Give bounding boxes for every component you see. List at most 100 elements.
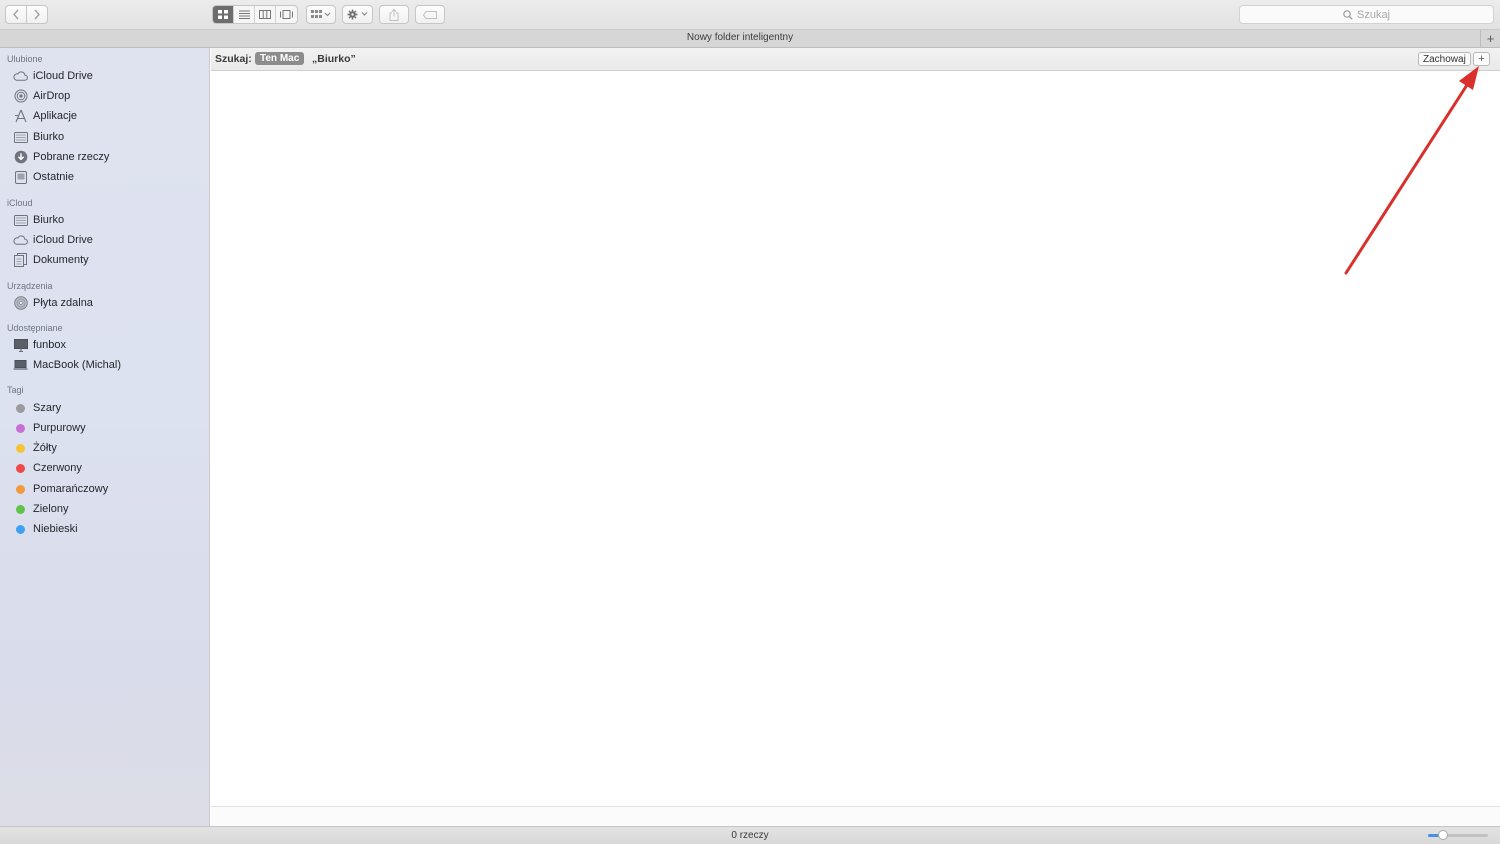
sidebar-item-icloud-drive-2[interactable]: iCloud Drive	[12, 231, 204, 249]
sidebar-item-icloud-drive[interactable]: iCloud Drive	[12, 67, 204, 85]
sidebar-item-label: iCloud Drive	[33, 234, 93, 246]
tag-dot-icon	[16, 504, 25, 514]
sidebar-tag-yellow[interactable]: Żółty	[12, 439, 204, 457]
sidebar-item-documents[interactable]: Dokumenty	[12, 251, 204, 269]
sidebar-tag-orange[interactable]: Pomarańczowy	[12, 480, 204, 498]
share-button[interactable]	[379, 5, 409, 24]
icon-view-button[interactable]	[213, 6, 234, 23]
sidebar-tag-blue[interactable]: Niebieski	[12, 520, 204, 538]
sidebar-item-recents[interactable]: Ostatnie	[12, 168, 204, 186]
group-icon	[311, 10, 331, 18]
cloud-icon	[12, 233, 29, 247]
add-criteria-button[interactable]: +	[1473, 52, 1490, 66]
forward-button[interactable]	[26, 5, 48, 24]
column-view-icon	[259, 10, 271, 19]
sidebar-item-label: funbox	[33, 339, 67, 351]
tag-dot-icon	[16, 443, 25, 453]
tab-bar: Nowy folder inteligentny +	[0, 30, 1500, 48]
airdrop-icon	[12, 89, 29, 103]
sidebar-item-label: Purpurowy	[33, 422, 86, 434]
desktop-icon	[12, 130, 29, 144]
sidebar-item-label: Pobrane rzeczy	[33, 151, 110, 163]
sidebar-section-tags: Tagi	[7, 385, 24, 395]
sidebar-item-funbox[interactable]: funbox	[12, 336, 204, 354]
sidebar-item-label: Ostatnie	[33, 171, 74, 183]
sidebar-item-label: Dokumenty	[33, 254, 89, 266]
sidebar-item-applications[interactable]: Aplikacje	[12, 107, 204, 125]
tag-dot-icon	[16, 423, 25, 433]
sidebar: Ulubione iCloud Drive AirDrop Aplikacje …	[0, 48, 210, 826]
recents-icon	[12, 170, 29, 184]
tag-button[interactable]	[415, 5, 445, 24]
search-field[interactable]: Szukaj	[1239, 5, 1494, 24]
window-title: Nowy folder inteligentny	[686, 32, 794, 43]
gallery-view-button[interactable]	[276, 6, 297, 23]
back-icon	[13, 9, 19, 20]
remote-disc-icon	[12, 296, 29, 310]
sidebar-section-devices: Urządzenia	[7, 281, 53, 291]
sidebar-item-label: iCloud Drive	[33, 70, 93, 82]
scope-desktop-button[interactable]: „Biurko”	[312, 53, 356, 65]
icon-view-icon	[218, 10, 228, 19]
tag-dot-icon	[16, 463, 25, 473]
sidebar-item-downloads[interactable]: Pobrane rzeczy	[12, 148, 204, 166]
sidebar-section-shared: Udostępniane	[7, 323, 63, 333]
download-icon	[12, 150, 29, 164]
sidebar-tag-gray[interactable]: Szary	[12, 399, 204, 417]
sidebar-item-icloud-desktop[interactable]: Biurko	[12, 211, 204, 229]
sidebar-item-macbook[interactable]: MacBook (Michal)	[12, 356, 204, 374]
sidebar-item-label: Płyta zdalna	[33, 297, 93, 309]
sidebar-tag-purple[interactable]: Purpurowy	[12, 419, 204, 437]
scope-this-mac-button[interactable]: Ten Mac	[255, 52, 305, 65]
share-icon	[389, 8, 399, 21]
sidebar-item-airdrop[interactable]: AirDrop	[12, 87, 204, 105]
applications-icon	[12, 109, 29, 123]
group-button[interactable]	[306, 5, 336, 24]
tag-icon	[423, 10, 437, 19]
cloud-icon	[12, 69, 29, 83]
sidebar-item-label: Pomarańczowy	[33, 483, 109, 495]
gear-icon	[347, 9, 367, 20]
forward-icon	[34, 9, 40, 20]
results-area[interactable]	[211, 72, 1500, 806]
new-tab-button[interactable]: +	[1480, 30, 1500, 47]
save-button[interactable]: Zachowaj	[1418, 52, 1471, 66]
action-button[interactable]	[342, 5, 373, 24]
sidebar-item-label: Niebieski	[33, 523, 78, 535]
sidebar-item-desktop[interactable]: Biurko	[12, 128, 204, 146]
item-count: 0 rzeczy	[731, 830, 769, 841]
icon-size-slider-knob[interactable]	[1438, 830, 1448, 840]
sidebar-section-icloud: iCloud	[7, 198, 33, 208]
tag-dot-icon	[16, 524, 25, 534]
list-view-icon	[238, 10, 250, 19]
column-view-button[interactable]	[255, 6, 276, 23]
sidebar-tag-green[interactable]: Zielony	[12, 500, 204, 518]
toolbar: Szukaj	[0, 0, 1500, 30]
desktop-icon	[12, 213, 29, 227]
icon-size-slider[interactable]	[1428, 830, 1488, 840]
sidebar-item-label: MacBook (Michal)	[33, 359, 122, 371]
sidebar-item-label: Zielony	[33, 503, 69, 515]
tag-dot-icon	[16, 484, 25, 494]
list-view-button[interactable]	[234, 6, 255, 23]
sidebar-item-label: Biurko	[33, 131, 65, 143]
back-button[interactable]	[5, 5, 27, 24]
path-bar	[211, 806, 1500, 826]
sidebar-item-label: Czerwony	[33, 462, 82, 474]
laptop-icon	[12, 358, 29, 372]
sidebar-item-label: AirDrop	[33, 90, 71, 102]
sidebar-tag-red[interactable]: Czerwony	[12, 459, 204, 477]
tag-dot-icon	[16, 403, 25, 413]
sidebar-item-remote-disc[interactable]: Płyta zdalna	[12, 294, 204, 312]
search-scope-bar: Szukaj: Ten Mac „Biurko” Zachowaj +	[211, 48, 1500, 71]
sidebar-item-label: Żółty	[33, 442, 57, 454]
sidebar-item-label: Szary	[33, 402, 62, 414]
gallery-view-icon	[280, 10, 293, 19]
search-scope-label: Szukaj:	[215, 53, 252, 65]
view-mode-control	[212, 5, 298, 24]
display-icon	[12, 338, 29, 352]
sidebar-item-label: Biurko	[33, 214, 65, 226]
status-bar: 0 rzeczy	[0, 826, 1500, 844]
sidebar-section-favorites: Ulubione	[7, 54, 43, 64]
search-placeholder: Szukaj	[1356, 8, 1391, 21]
